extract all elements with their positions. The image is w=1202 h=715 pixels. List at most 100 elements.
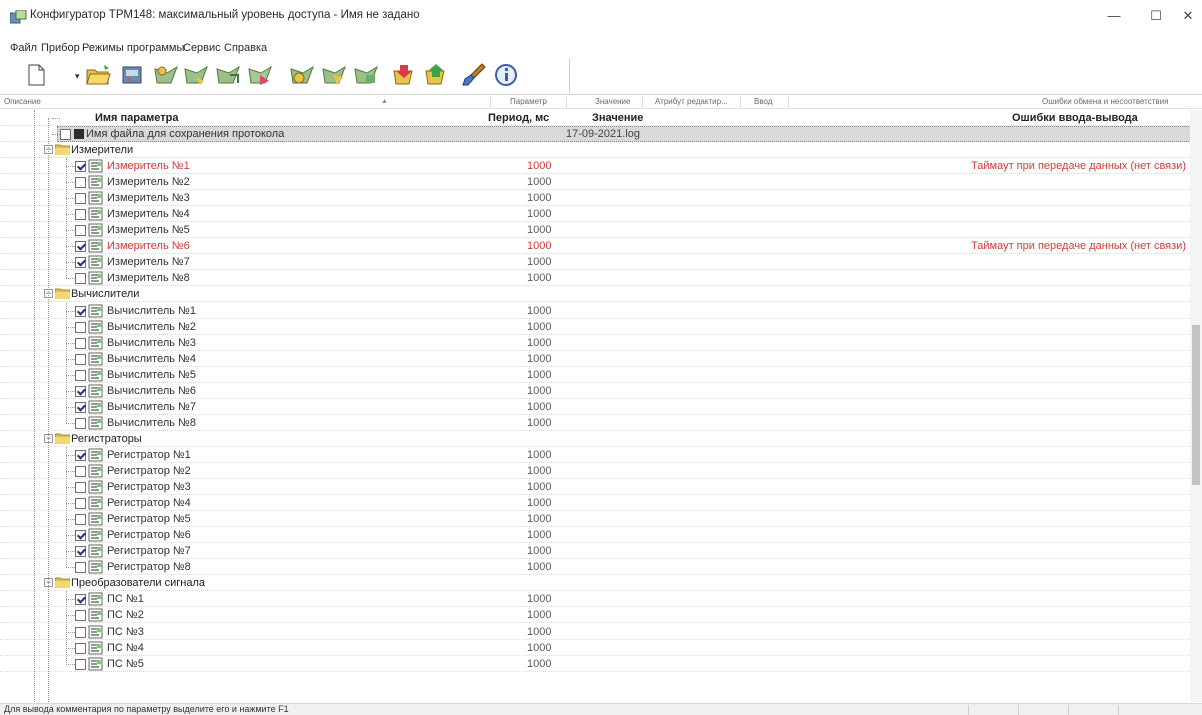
item-period[interactable]: 1000 [527,272,551,284]
row-checkbox[interactable] [75,161,86,172]
item-period[interactable]: 1000 [527,545,551,557]
item-period[interactable]: 1000 [527,353,551,365]
brush-icon[interactable] [460,61,488,89]
row-checkbox[interactable] [75,209,86,220]
menu-help[interactable]: Справка [224,42,267,54]
list-item[interactable]: ПС №5 1000 [0,656,1190,672]
column-divider[interactable] [490,97,491,108]
column-input[interactable]: Ввод [754,97,772,106]
item-period[interactable]: 1000 [527,385,551,397]
item-period[interactable]: 1000 [527,449,551,461]
row-checkbox[interactable] [75,386,86,397]
item-period[interactable]: 1000 [527,321,551,333]
item-period[interactable]: 1000 [527,481,551,493]
row-checkbox[interactable] [75,627,86,638]
item-period[interactable]: 1000 [527,626,551,638]
row-checkbox[interactable] [75,450,86,461]
new-file-icon[interactable] [22,61,50,89]
row-checkbox[interactable] [75,594,86,605]
row-checkbox[interactable] [60,129,71,140]
write-selected-icon[interactable] [352,61,380,89]
item-period[interactable]: 1000 [527,658,551,670]
scrollbar-thumb[interactable] [1192,325,1200,485]
list-item[interactable]: Вычислитель №5 1000 [0,367,1190,383]
item-period[interactable]: 1000 [527,642,551,654]
row-checkbox[interactable] [75,498,86,509]
row-checkbox[interactable] [75,610,86,621]
item-period[interactable]: 1000 [527,401,551,413]
row-checkbox[interactable] [75,322,86,333]
list-item[interactable]: Вычислитель №4 1000 [0,351,1190,367]
item-period[interactable]: 1000 [527,224,551,236]
load-red-icon[interactable] [390,61,418,89]
row-checkbox[interactable] [75,562,86,573]
list-item[interactable]: Регистратор №3 1000 [0,479,1190,495]
list-item[interactable]: Вычислитель №6 1000 [0,383,1190,399]
list-item[interactable]: Регистратор №2 1000 [0,463,1190,479]
item-period[interactable]: 1000 [527,208,551,220]
row-checkbox[interactable] [75,241,86,252]
info-icon[interactable] [492,61,520,89]
item-period[interactable]: 1000 [527,240,551,252]
column-parameter[interactable]: Параметр [510,97,547,106]
row-checkbox[interactable] [75,370,86,381]
row-checkbox[interactable] [75,418,86,429]
column-errors[interactable]: Ошибки обмена и несоответствия [1042,97,1168,106]
item-period[interactable]: 1000 [527,497,551,509]
column-edit-attribute[interactable]: Атрибут редактир... [655,97,728,106]
row-checkbox[interactable] [75,530,86,541]
item-period[interactable]: 1000 [527,176,551,188]
list-item[interactable]: Измеритель №5 1000 [0,222,1190,238]
row-checkbox[interactable] [75,354,86,365]
list-item[interactable]: Вычислитель №2 1000 [0,319,1190,335]
list-item[interactable]: Измеритель №7 1000 [0,254,1190,270]
vertical-scrollbar[interactable] [1190,110,1202,702]
read-selected-icon[interactable] [320,61,348,89]
column-description[interactable]: Описание [4,97,41,106]
item-period[interactable]: 1000 [527,369,551,381]
row-checkbox[interactable] [75,643,86,654]
column-value[interactable]: Значение [595,97,630,106]
write-icon[interactable] [214,61,242,89]
list-item[interactable]: Измеритель №6 1000 Таймаут при передаче да… [0,238,1190,254]
item-period[interactable]: 1000 [527,593,551,605]
compare-icon[interactable] [246,61,274,89]
row-checkbox[interactable] [75,402,86,413]
parameter-tree-grid[interactable]: Имя параметра Период, мс Значение Ошибки… [0,110,1190,702]
minimize-button[interactable]: — [1094,2,1134,30]
item-period[interactable]: 1000 [527,609,551,621]
row-checkbox[interactable] [75,659,86,670]
save-green-icon[interactable] [422,61,450,89]
menu-device[interactable]: Прибор [41,42,80,54]
close-button[interactable]: ✕ [1168,2,1202,30]
row-checkbox[interactable] [75,193,86,204]
item-period[interactable]: 1000 [527,465,551,477]
item-period[interactable]: 1000 [527,513,551,525]
list-item[interactable]: Регистратор №8 1000 [0,559,1190,575]
row-checkbox[interactable] [75,177,86,188]
group-row[interactable]: − Преобразователи сигнала [0,575,1190,591]
row-checkbox[interactable] [75,482,86,493]
list-item[interactable]: ПС №1 1000 [0,591,1190,607]
group-row[interactable]: − Регистраторы [0,431,1190,447]
item-period[interactable]: 1000 [527,160,551,172]
list-item[interactable]: Измеритель №3 1000 [0,190,1190,206]
item-period[interactable]: 1000 [527,561,551,573]
protocol-file-row[interactable]: Имя файла для сохранения протокола 17-09… [0,126,1190,142]
file-row-value[interactable]: 17-09-2021.log [566,128,640,140]
menu-program-modes[interactable]: Режимы программы [82,42,184,54]
row-checkbox[interactable] [75,257,86,268]
list-item[interactable]: ПС №2 1000 [0,607,1190,623]
device-icon[interactable] [118,61,146,89]
row-checkbox[interactable] [75,514,86,525]
column-divider[interactable] [642,97,643,108]
item-period[interactable]: 1000 [527,337,551,349]
item-period[interactable]: 1000 [527,256,551,268]
list-item[interactable]: Регистратор №4 1000 [0,495,1190,511]
list-item[interactable]: ПС №4 1000 [0,640,1190,656]
list-item[interactable]: Вычислитель №7 1000 [0,399,1190,415]
list-item[interactable]: Регистратор №1 1000 [0,447,1190,463]
list-item[interactable]: Регистратор №5 1000 [0,511,1190,527]
row-checkbox[interactable] [75,338,86,349]
menu-service[interactable]: Сервис [183,42,221,54]
